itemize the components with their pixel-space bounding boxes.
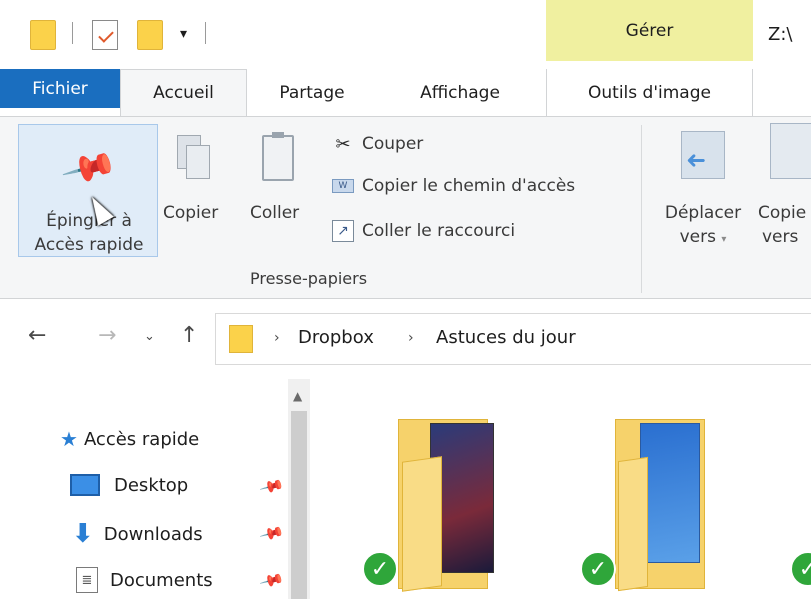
- documents-icon: ≣: [76, 567, 98, 593]
- pin-icon: 📌: [59, 139, 119, 198]
- folder-front-flap: [618, 456, 648, 592]
- move-to-icon[interactable]: [681, 131, 725, 179]
- sync-ok-icon: ✓: [362, 551, 398, 587]
- copy-path-label: Copier le chemin d'accès: [362, 176, 576, 196]
- file-list: ✓ ✓ ✓: [310, 379, 811, 599]
- nav-item-quick-access[interactable]: ★ Accès rapide: [60, 427, 199, 451]
- cut-button[interactable]: ✂ Couper: [332, 133, 423, 155]
- paste-shortcut-button[interactable]: ↗ Coller le raccourci: [332, 220, 515, 242]
- copy-path-icon: W: [332, 179, 354, 193]
- copy-to-icon[interactable]: [770, 123, 811, 179]
- tab-picture-tools[interactable]: Outils d'image: [546, 69, 753, 116]
- pinned-icon: 📌: [258, 567, 286, 594]
- tab-share[interactable]: Partage: [256, 69, 368, 116]
- tab-home[interactable]: Accueil: [120, 69, 247, 116]
- nav-item-label: Documents: [110, 569, 213, 591]
- toolbar-separator: [205, 22, 206, 44]
- navigation-bar: ← → ⌄ ↑ › Dropbox › Astuces du jour: [0, 299, 811, 379]
- shortcut-icon: ↗: [332, 220, 354, 242]
- forward-arrow-icon[interactable]: →: [98, 323, 116, 348]
- address-bar[interactable]: › Dropbox › Astuces du jour: [215, 313, 811, 365]
- toolbar-separator: [72, 22, 73, 44]
- up-arrow-icon[interactable]: ↑: [180, 323, 198, 348]
- window-title: Z:\: [768, 24, 793, 45]
- scroll-up-arrow-icon[interactable]: ▲: [293, 389, 302, 403]
- pin-to-quick-access-button[interactable]: 📌 Épingler à Accès rapide: [18, 124, 158, 257]
- customize-toolbar-dropdown-icon[interactable]: ▾: [180, 26, 187, 42]
- pinned-icon: 📌: [258, 520, 286, 547]
- new-folder-icon[interactable]: [137, 20, 163, 50]
- scissors-icon: ✂: [335, 133, 351, 155]
- pinned-icon: 📌: [258, 473, 286, 500]
- move-label-line1: Déplacer: [664, 203, 742, 223]
- tab-file[interactable]: Fichier: [0, 69, 120, 108]
- navigation-pane: ★ Accès rapide Desktop 📌 ⬇ Downloads 📌 ≣…: [0, 379, 310, 599]
- ribbon-tabs: Fichier Accueil Partage Affichage Outils…: [0, 61, 811, 116]
- pin-label-line1: Épingler à: [46, 211, 132, 231]
- folder-front-flap: [402, 456, 442, 592]
- nav-item-label: Desktop: [114, 474, 189, 496]
- scroll-thumb[interactable]: [291, 411, 307, 599]
- group-divider: [641, 125, 642, 293]
- copy-icon[interactable]: [177, 135, 210, 179]
- title-bar: ▾ Gérer Z:\: [0, 0, 811, 61]
- nav-scrollbar[interactable]: ▲: [288, 379, 310, 599]
- quick-access-folder-icon[interactable]: [30, 20, 56, 50]
- paste-icon[interactable]: [262, 132, 294, 181]
- cut-label: Couper: [362, 134, 424, 154]
- dropdown-caret-icon: ▾: [721, 234, 727, 245]
- manage-contextual-tab[interactable]: Gérer: [546, 0, 753, 61]
- paste-button[interactable]: Coller: [250, 201, 299, 225]
- desktop-icon: [70, 474, 100, 496]
- download-icon: ⬇: [72, 519, 94, 549]
- copy-button[interactable]: Copier: [163, 201, 218, 225]
- clipboard-group-label: Presse-papiers: [250, 269, 368, 288]
- star-icon: ★: [60, 427, 78, 451]
- pin-label-line2: Accès rapide: [34, 235, 144, 255]
- move-label-line2: vers ▾: [679, 227, 727, 247]
- nav-item-label: Downloads: [103, 523, 203, 545]
- pin-button-label: Épingler à Accès rapide: [19, 209, 159, 257]
- nav-item-downloads[interactable]: ⬇ Downloads: [72, 519, 203, 549]
- back-arrow-icon[interactable]: ←: [28, 323, 46, 348]
- nav-item-desktop[interactable]: Desktop: [70, 474, 188, 496]
- folder-preview-image: [640, 423, 700, 563]
- recent-locations-chevron-icon[interactable]: ⌄: [144, 329, 155, 344]
- move-to-button[interactable]: Déplacer vers ▾: [653, 201, 753, 252]
- folder-icon: [229, 325, 253, 353]
- ribbon-panel: 📌 Épingler à Accès rapide Copier Coller …: [0, 116, 811, 299]
- properties-icon[interactable]: [92, 20, 118, 50]
- breadcrumb-dropbox[interactable]: Dropbox: [298, 327, 374, 348]
- breadcrumb-chevron-icon[interactable]: ›: [274, 330, 280, 346]
- breadcrumb-astuces-du-jour[interactable]: Astuces du jour: [436, 327, 576, 348]
- sync-ok-icon: ✓: [580, 551, 616, 587]
- copy-path-button[interactable]: W Copier le chemin d'accès: [332, 176, 575, 196]
- paste-shortcut-label: Coller le raccourci: [362, 221, 516, 241]
- nav-item-label: Accès rapide: [83, 428, 200, 450]
- breadcrumb-chevron-icon[interactable]: ›: [408, 330, 414, 346]
- copy-to-button[interactable]: Copie vers: [758, 201, 806, 249]
- copyto-label-line2: vers: [762, 227, 799, 247]
- tab-view[interactable]: Affichage: [390, 69, 530, 116]
- copyto-label-line1: Copie: [758, 203, 807, 223]
- nav-item-documents[interactable]: ≣ Documents: [76, 567, 213, 593]
- sync-ok-icon: ✓: [790, 551, 811, 587]
